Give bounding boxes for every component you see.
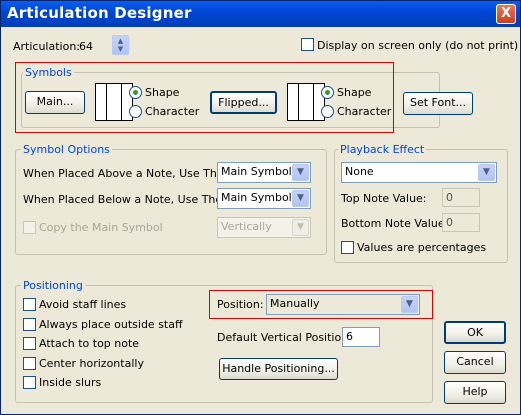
flipped-shape-radio[interactable]	[321, 86, 334, 99]
below-note-select[interactable]: Main Symbol ▼	[217, 188, 311, 209]
top-note-value-field[interactable]: 0	[442, 188, 480, 207]
position-value: Manually	[270, 297, 320, 310]
chevron-down-icon[interactable]: ▼	[292, 164, 309, 181]
above-note-label: When Placed Above a Note, Use The:	[23, 167, 228, 180]
always-outside-staff-checkbox[interactable]	[23, 318, 36, 331]
center-horizontally-checkbox[interactable]	[23, 357, 36, 370]
main-shape-label: Shape	[145, 86, 180, 99]
main-symbol-button[interactable]: Main...	[25, 91, 85, 114]
set-font-button[interactable]: Set Font...	[403, 92, 473, 115]
playback-effect-select[interactable]: None ▼	[341, 162, 497, 183]
handle-positioning-button[interactable]: Handle Positioning...	[219, 358, 338, 380]
below-note-value: Main Symbol	[221, 191, 292, 204]
default-vertical-position-field[interactable]: 6	[342, 327, 380, 347]
articulation-label: Articulation:	[13, 40, 81, 53]
position-label: Position:	[217, 298, 264, 311]
display-screen-only-checkbox[interactable]	[301, 38, 314, 51]
flipped-shape-label: Shape	[337, 86, 372, 99]
flipped-character-radio[interactable]	[321, 105, 334, 118]
default-vertical-position-label: Default Vertical Position:	[217, 331, 352, 344]
symbol-options-group-label: Symbol Options	[21, 143, 112, 156]
center-horizontally-label: Center horizontally	[39, 357, 144, 370]
inside-slurs-checkbox[interactable]	[23, 376, 36, 389]
chevron-down-icon[interactable]: ▼	[478, 164, 495, 181]
always-outside-staff-label: Always place outside staff	[39, 318, 183, 331]
cancel-button[interactable]: Cancel	[444, 351, 506, 374]
above-note-select[interactable]: Main Symbol ▼	[217, 162, 311, 183]
main-character-label: Character	[145, 105, 200, 118]
values-percentages-label: Values are percentages	[357, 241, 487, 254]
spin-up-icon[interactable]: ▲	[118, 37, 123, 45]
chevron-down-icon[interactable]: ▼	[292, 219, 309, 236]
playback-effect-group-label: Playback Effect	[338, 143, 427, 156]
values-percentages-checkbox[interactable]	[341, 241, 354, 254]
position-select[interactable]: Manually ▼	[266, 294, 420, 315]
top-note-value-label: Top Note Value:	[341, 192, 427, 205]
title-bar[interactable]: Articulation Designer X	[1, 1, 520, 27]
main-symbol-preview	[95, 83, 133, 121]
inside-slurs-label: Inside slurs	[39, 376, 102, 389]
avoid-staff-lines-label: Avoid staff lines	[39, 298, 127, 311]
articulation-number: 64	[79, 40, 93, 53]
display-screen-only-label: Display on screen only (do not print)	[317, 39, 519, 52]
copy-main-symbol-label: Copy the Main Symbol	[39, 221, 163, 234]
copy-main-symbol-checkbox[interactable]	[23, 221, 36, 234]
flipped-character-label: Character	[337, 105, 392, 118]
window-title: Articulation Designer	[7, 4, 192, 22]
chevron-down-icon[interactable]: ▼	[292, 190, 309, 207]
attach-top-note-label: Attach to top note	[39, 337, 140, 350]
articulation-designer-window: Articulation Designer X Articulation: 64…	[0, 0, 521, 415]
main-character-radio[interactable]	[129, 105, 142, 118]
copy-direction-select[interactable]: Vertically ▼	[217, 217, 311, 238]
chevron-down-icon[interactable]: ▼	[401, 296, 418, 313]
ok-button[interactable]: OK	[444, 321, 506, 344]
copy-direction-value: Vertically	[221, 220, 272, 233]
attach-top-note-checkbox[interactable]	[23, 337, 36, 350]
above-note-value: Main Symbol	[221, 165, 292, 178]
spin-down-icon[interactable]: ▼	[118, 45, 123, 53]
flipped-symbol-preview	[287, 83, 325, 121]
flipped-symbol-button[interactable]: Flipped...	[210, 91, 277, 114]
close-button[interactable]: X	[496, 4, 516, 24]
bottom-note-value-field[interactable]: 0	[442, 213, 480, 232]
help-button[interactable]: Help	[444, 381, 506, 404]
positioning-group-label: Positioning	[21, 279, 85, 292]
below-note-label: When Placed Below a Note, Use The:	[23, 193, 226, 206]
articulation-spinner[interactable]: ▲ ▼	[112, 35, 129, 55]
avoid-staff-lines-checkbox[interactable]	[23, 298, 36, 311]
playback-effect-value: None	[345, 165, 374, 178]
bottom-note-value-label: Bottom Note Value:	[341, 217, 449, 230]
main-shape-radio[interactable]	[129, 86, 142, 99]
